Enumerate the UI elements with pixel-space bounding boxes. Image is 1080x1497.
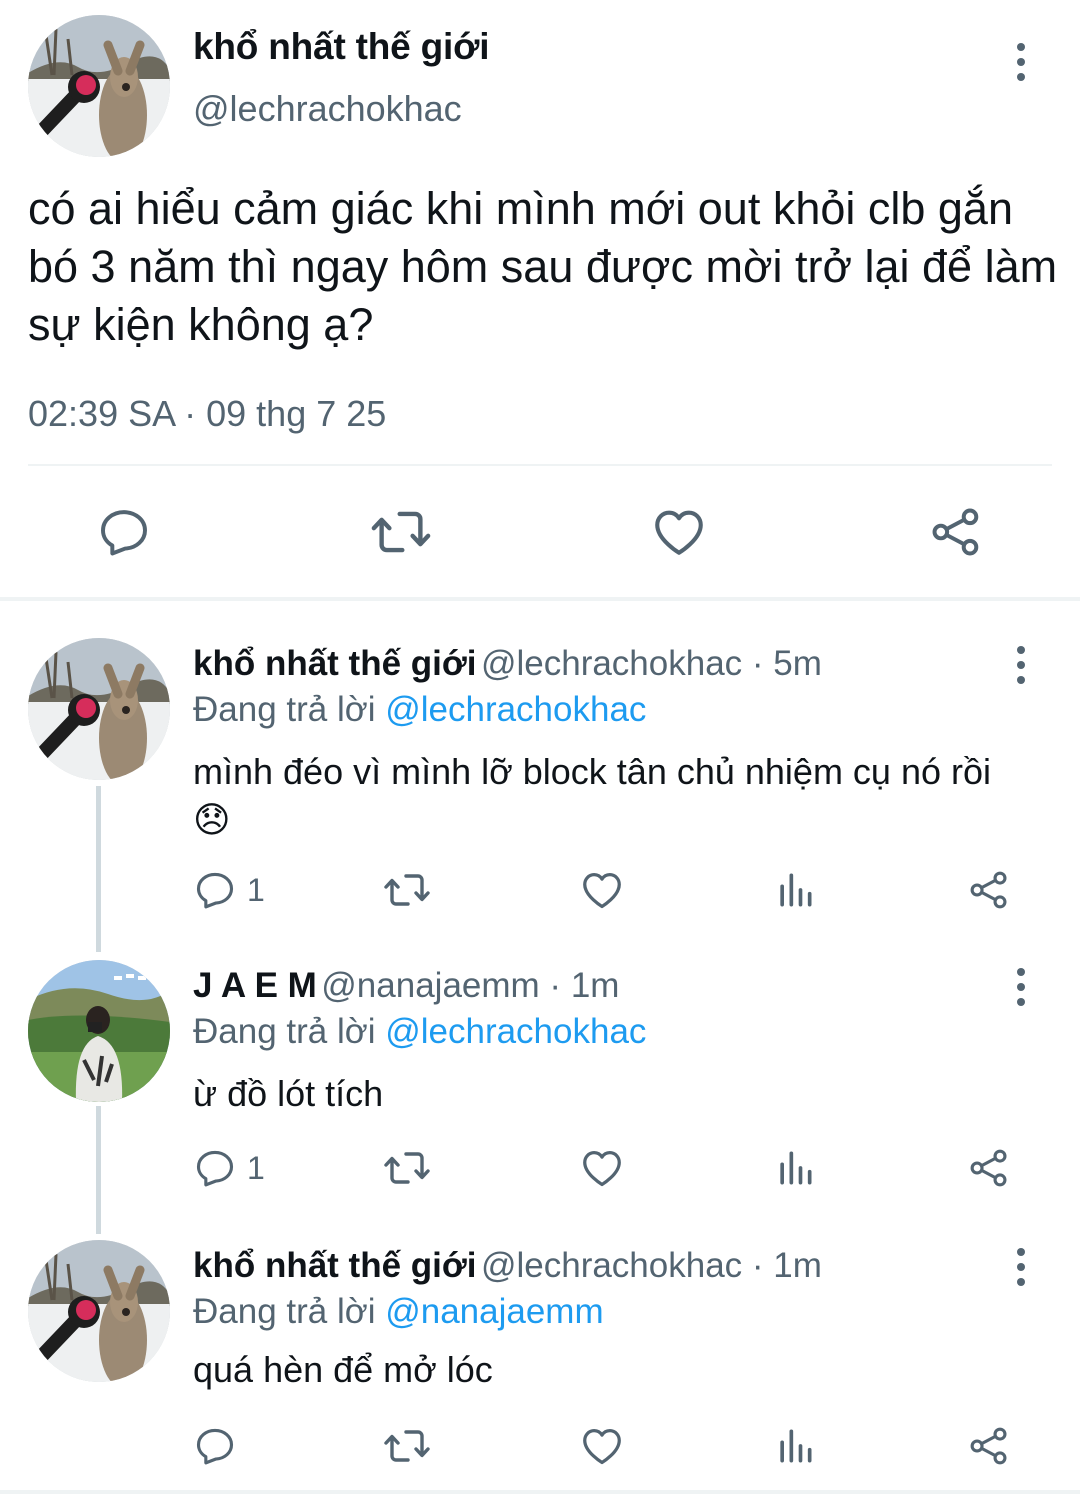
reply-handle[interactable]: @lechrachokhac — [481, 1246, 742, 1285]
reply-text-body: mình đéo vì mình lỡ block tân chủ nhiệm … — [193, 751, 992, 792]
reply-action-bar: 1 — [193, 1140, 1073, 1200]
replying-to: Đang trả lời @lechrachokhac — [193, 690, 646, 730]
replying-prefix: Đang trả lời — [193, 1292, 386, 1331]
reply-tweet[interactable]: khổ nhất thế giới @lechrachokhac · 5m Đa… — [0, 630, 1080, 930]
replying-prefix: Đang trả lời — [193, 1012, 386, 1051]
reply-header: khổ nhất thế giới @lechrachokhac · 5m — [193, 644, 822, 684]
replying-to: Đang trả lời @lechrachokhac — [193, 1012, 646, 1052]
divider — [28, 464, 1052, 466]
reply-handle[interactable]: @nanajaemm — [321, 966, 539, 1005]
share-icon[interactable] — [967, 862, 1011, 918]
reply-text: ừ đồ lót tích — [193, 1073, 384, 1114]
share-icon[interactable] — [924, 500, 988, 564]
views-icon[interactable] — [773, 1140, 817, 1196]
replying-to: Đang trả lời @nanajaemm — [193, 1292, 604, 1332]
replying-mention[interactable]: @nanajaemm — [385, 1292, 603, 1331]
retweet-icon[interactable] — [369, 500, 433, 564]
more-options-icon[interactable] — [1001, 1242, 1041, 1292]
section-separator — [0, 1490, 1080, 1494]
reply-count: 1 — [247, 871, 265, 908]
reply-icon[interactable] — [92, 500, 156, 564]
section-separator — [0, 597, 1080, 601]
reply-icon[interactable]: 1 — [193, 862, 265, 918]
like-icon[interactable] — [579, 862, 625, 918]
reply-time[interactable]: 5m — [773, 644, 822, 683]
avatar-image — [28, 1240, 170, 1382]
reply-author-name[interactable]: khổ nhất thế giới — [193, 1246, 477, 1285]
replying-mention[interactable]: @lechrachokhac — [385, 1012, 646, 1051]
more-options-icon[interactable] — [1001, 37, 1041, 87]
meta-separator: · — [742, 1246, 774, 1285]
reply-author-name[interactable]: khổ nhất thế giới — [193, 644, 477, 683]
reply-tweet[interactable]: khổ nhất thế giới @lechrachokhac · 1m Đa… — [0, 1232, 1080, 1490]
reply-header: J A E M @nanajaemm · 1m — [193, 966, 619, 1006]
reply-handle[interactable]: @lechrachokhac — [481, 644, 742, 683]
more-options-icon[interactable] — [1001, 962, 1041, 1012]
reply-icon[interactable] — [193, 1418, 247, 1474]
tweet-action-bar — [0, 496, 1080, 572]
author-avatar[interactable] — [28, 15, 170, 157]
replying-mention[interactable]: @lechrachokhac — [385, 690, 646, 729]
like-icon[interactable] — [579, 1140, 625, 1196]
reply-action-bar: 1 — [193, 862, 1073, 922]
reply-text: mình đéo vì mình lỡ block tân chủ nhiệm … — [193, 748, 1053, 844]
views-icon[interactable] — [773, 1418, 817, 1474]
reply-avatar[interactable] — [28, 638, 170, 780]
meta-separator: · — [742, 644, 774, 683]
retweet-icon[interactable] — [383, 1140, 431, 1196]
author-name[interactable]: khổ nhất thế giới — [193, 26, 489, 68]
like-icon[interactable] — [647, 500, 711, 564]
reply-count: 1 — [247, 1149, 265, 1186]
avatar-image — [28, 960, 170, 1102]
avatar-image — [28, 15, 170, 157]
meta-separator: · — [539, 966, 571, 1005]
retweet-icon[interactable] — [383, 1418, 431, 1474]
reply-avatar[interactable] — [28, 960, 170, 1102]
reply-avatar[interactable] — [28, 1240, 170, 1382]
like-icon[interactable] — [579, 1418, 625, 1474]
views-icon[interactable] — [773, 862, 817, 918]
reply-time[interactable]: 1m — [773, 1246, 822, 1285]
sad-face-emoji: 😞 — [193, 799, 231, 840]
reply-action-bar — [193, 1418, 1073, 1478]
reply-header: khổ nhất thế giới @lechrachokhac · 1m — [193, 1246, 822, 1286]
reply-author-name[interactable]: J A E M — [193, 966, 317, 1005]
reply-tweet[interactable]: J A E M @nanajaemm · 1m Đang trả lời @le… — [0, 952, 1080, 1212]
author-handle[interactable]: @lechrachokhac — [193, 88, 462, 130]
retweet-icon[interactable] — [383, 862, 431, 918]
share-icon[interactable] — [967, 1140, 1011, 1196]
replying-prefix: Đang trả lời — [193, 690, 386, 729]
tweet-timestamp[interactable]: 02:39 SA · 09 thg 7 25 — [28, 393, 386, 435]
reply-time[interactable]: 1m — [571, 966, 620, 1005]
tweet-text: có ai hiểu cảm giác khi mình mới out khỏ… — [28, 183, 1058, 350]
reply-text: quá hèn để mở lóc — [193, 1349, 493, 1390]
more-options-icon[interactable] — [1001, 640, 1041, 690]
share-icon[interactable] — [967, 1418, 1011, 1474]
avatar-image — [28, 638, 170, 780]
reply-icon[interactable]: 1 — [193, 1140, 265, 1196]
